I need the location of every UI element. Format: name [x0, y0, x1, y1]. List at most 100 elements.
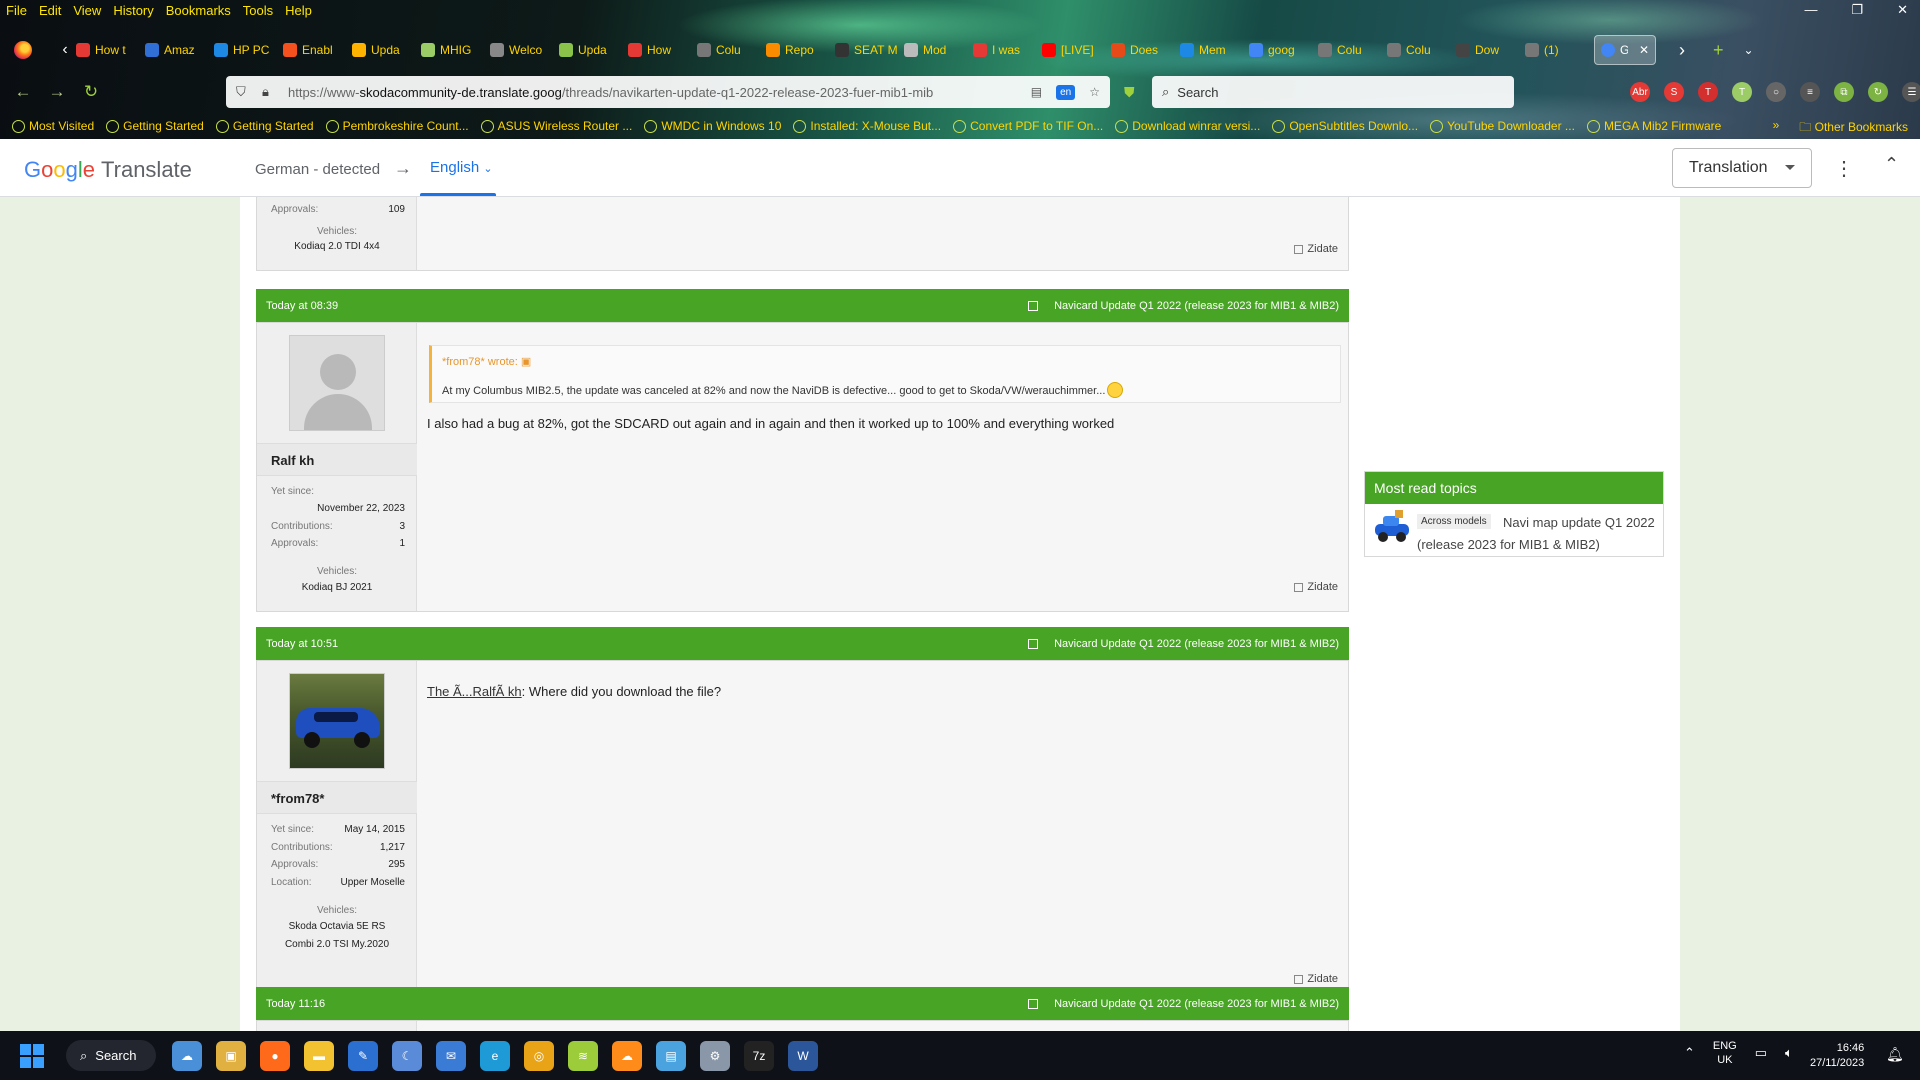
back-icon[interactable]: ← — [6, 82, 40, 102]
bookmark-item[interactable]: WMDC in Windows 10 — [644, 119, 781, 133]
taskbar-app-icon[interactable]: ⚙ — [700, 1041, 730, 1071]
url-bar[interactable]: ⛉ 🔒︎ https://www-skodacommunity-de.trans… — [226, 76, 1110, 108]
menu-bookmarks[interactable]: Bookmarks — [166, 3, 231, 18]
default-avatar[interactable] — [289, 335, 385, 431]
translate-page-badge[interactable]: en — [1056, 84, 1076, 100]
browser-tab[interactable]: [LIVE] — [1042, 43, 1104, 57]
taskbar-app-icon[interactable]: ☁ — [172, 1041, 202, 1071]
browser-tab[interactable]: Upda — [352, 43, 414, 57]
windows-start-icon[interactable] — [20, 1044, 44, 1068]
browser-tab[interactable]: Mod — [904, 43, 966, 57]
post-topic-link[interactable]: Navicard Update Q1 2022 (release 2023 fo… — [1054, 998, 1339, 1010]
notifications-icon[interactable]: 🔔︎ — [1886, 1046, 1904, 1063]
menu-edit[interactable]: Edit — [39, 3, 61, 18]
user-avatar-photo[interactable] — [289, 673, 385, 769]
menu-help[interactable]: Help — [285, 3, 312, 18]
bookmark-item[interactable]: Convert PDF to TIF On... — [953, 119, 1103, 133]
tab-close-icon[interactable]: ✕ — [1639, 43, 1649, 57]
translation-mode-select[interactable]: Translation — [1672, 148, 1812, 188]
select-post-checkbox[interactable] — [1028, 998, 1039, 1009]
taskbar-app-icon[interactable]: ☁ — [612, 1041, 642, 1071]
taskbar-app-icon[interactable]: e — [480, 1041, 510, 1071]
browser-tab[interactable]: goog — [1249, 43, 1311, 57]
browser-tab[interactable]: SEAT MIB — [835, 43, 897, 57]
bookmark-item[interactable]: Pembrokeshire Count... — [325, 119, 469, 133]
browser-tab[interactable]: Amaz — [145, 43, 207, 57]
search-bar[interactable]: ⌕ Search — [1152, 76, 1514, 108]
bookmarks-overflow-icon[interactable]: » — [1773, 118, 1780, 139]
list-all-tabs-icon[interactable]: ⌄ — [1744, 43, 1754, 57]
taskbar-app-icon[interactable]: ▤ — [656, 1041, 686, 1071]
taskbar-app-icon[interactable]: ▬ — [304, 1041, 334, 1071]
network-icon[interactable]: ▭ — [1755, 1045, 1767, 1061]
tab-active-google-translate[interactable]: G ✕ — [1594, 35, 1656, 65]
collapse-toolbar-icon[interactable]: ⌃ — [1884, 154, 1899, 175]
taskbar-app-icon[interactable]: ☾ — [392, 1041, 422, 1071]
taskbar-clock[interactable]: 16:46 27/11/2023 — [1810, 1041, 1864, 1071]
browser-tab[interactable]: Mem — [1180, 43, 1242, 57]
taskbar-app-icon[interactable]: ≋ — [568, 1041, 598, 1071]
select-post-checkbox[interactable] — [1028, 638, 1039, 649]
extension-icon[interactable]: ≡ — [1800, 82, 1820, 102]
bookmark-item[interactable]: Getting Started — [215, 119, 314, 133]
quote-jump-icon[interactable]: ▣ — [521, 356, 531, 368]
extension-icon[interactable]: ↻ — [1868, 82, 1888, 102]
bookmark-item[interactable]: MEGA Mib2 Firmware — [1586, 119, 1721, 133]
menu-file[interactable]: File — [6, 3, 27, 18]
extension-icon[interactable]: T — [1698, 82, 1718, 102]
bookmark-item[interactable]: OpenSubtitles Downlo... — [1272, 119, 1418, 133]
tray-overflow-icon[interactable]: ⌃ — [1684, 1045, 1695, 1061]
browser-tab[interactable]: Does — [1111, 43, 1173, 57]
quote-button[interactable]: Zidate — [1294, 243, 1338, 255]
bookmark-item[interactable]: ASUS Wireless Router ... — [480, 119, 632, 133]
browser-tab[interactable]: How — [628, 43, 690, 57]
browser-tab[interactable]: Colu — [1318, 43, 1380, 57]
source-language-tab[interactable]: German - detected — [255, 161, 380, 178]
extension-icon[interactable]: S — [1664, 82, 1684, 102]
pocket-icon[interactable]: ⛊ — [1124, 84, 1135, 101]
taskbar-app-icon[interactable]: ● — [260, 1041, 290, 1071]
tab-scroll-right-icon[interactable]: › — [1679, 40, 1685, 61]
browser-tab[interactable]: Dow — [1456, 43, 1518, 57]
browser-tab[interactable]: Colu — [1387, 43, 1449, 57]
bookmark-item[interactable]: Installed: X-Mouse But... — [793, 119, 941, 133]
username[interactable]: *from78* — [257, 781, 417, 814]
browser-tab[interactable]: (1) — [1525, 43, 1587, 57]
quote-author[interactable]: *from78* wrote: ▣ — [442, 355, 531, 368]
reader-view-icon[interactable]: ▤ — [1031, 85, 1042, 99]
browser-tab[interactable]: MHIG — [421, 43, 483, 57]
extension-icon[interactable]: T — [1732, 82, 1752, 102]
post-topic-link[interactable]: Navicard Update Q1 2022 (release 2023 fo… — [1054, 300, 1339, 312]
taskbar-app-icon[interactable]: 7z — [744, 1041, 774, 1071]
browser-tab[interactable]: How t — [76, 43, 138, 57]
browser-tab[interactable]: I was — [973, 43, 1035, 57]
taskbar-app-icon[interactable]: ◎ — [524, 1041, 554, 1071]
bookmark-item[interactable]: YouTube Downloader ... — [1430, 119, 1575, 133]
username[interactable]: Ralf kh — [257, 443, 417, 476]
volume-icon[interactable]: 🔈︎ — [1785, 1045, 1793, 1061]
post-topic-link[interactable]: Navicard Update Q1 2022 (release 2023 fo… — [1054, 638, 1339, 650]
taskbar-app-icon[interactable]: ▣ — [216, 1041, 246, 1071]
firefox-view-button[interactable] — [10, 39, 36, 61]
taskbar-search[interactable]: ⌕ Search — [66, 1040, 156, 1071]
tab-scroll-left-icon[interactable]: ‹ — [54, 41, 76, 59]
language-indicator[interactable]: ENG UK — [1713, 1039, 1737, 1067]
target-language-tab[interactable]: English ⌄ — [430, 159, 493, 176]
forward-icon[interactable]: → — [40, 82, 74, 102]
browser-tab[interactable]: HP PC — [214, 43, 276, 57]
user-mention-link[interactable]: The Ã...RalfÃ kh — [427, 684, 522, 699]
bookmark-star-icon[interactable]: ☆ — [1089, 85, 1100, 99]
google-translate-logo[interactable]: Google Translate — [24, 157, 192, 183]
more-options-icon[interactable]: ⋮ — [1834, 156, 1854, 181]
select-post-checkbox[interactable] — [1028, 300, 1039, 311]
reload-icon[interactable]: ↻ — [74, 82, 108, 102]
quote-button[interactable]: Zidate — [1294, 973, 1338, 985]
bookmark-item[interactable]: Most Visited — [12, 119, 94, 133]
menu-history[interactable]: History — [113, 3, 153, 18]
extension-icon[interactable]: ○ — [1766, 82, 1786, 102]
bookmark-item[interactable]: Getting Started — [106, 119, 204, 133]
url-text[interactable]: https://www-skodacommunity-de.translate.… — [288, 85, 1008, 100]
most-read-topic-link[interactable]: Navi map update Q1 2022 (release 2023 fo… — [1417, 512, 1657, 556]
tracking-shield-icon[interactable]: ⛉ — [236, 84, 252, 100]
taskbar-app-icon[interactable]: ✎ — [348, 1041, 378, 1071]
